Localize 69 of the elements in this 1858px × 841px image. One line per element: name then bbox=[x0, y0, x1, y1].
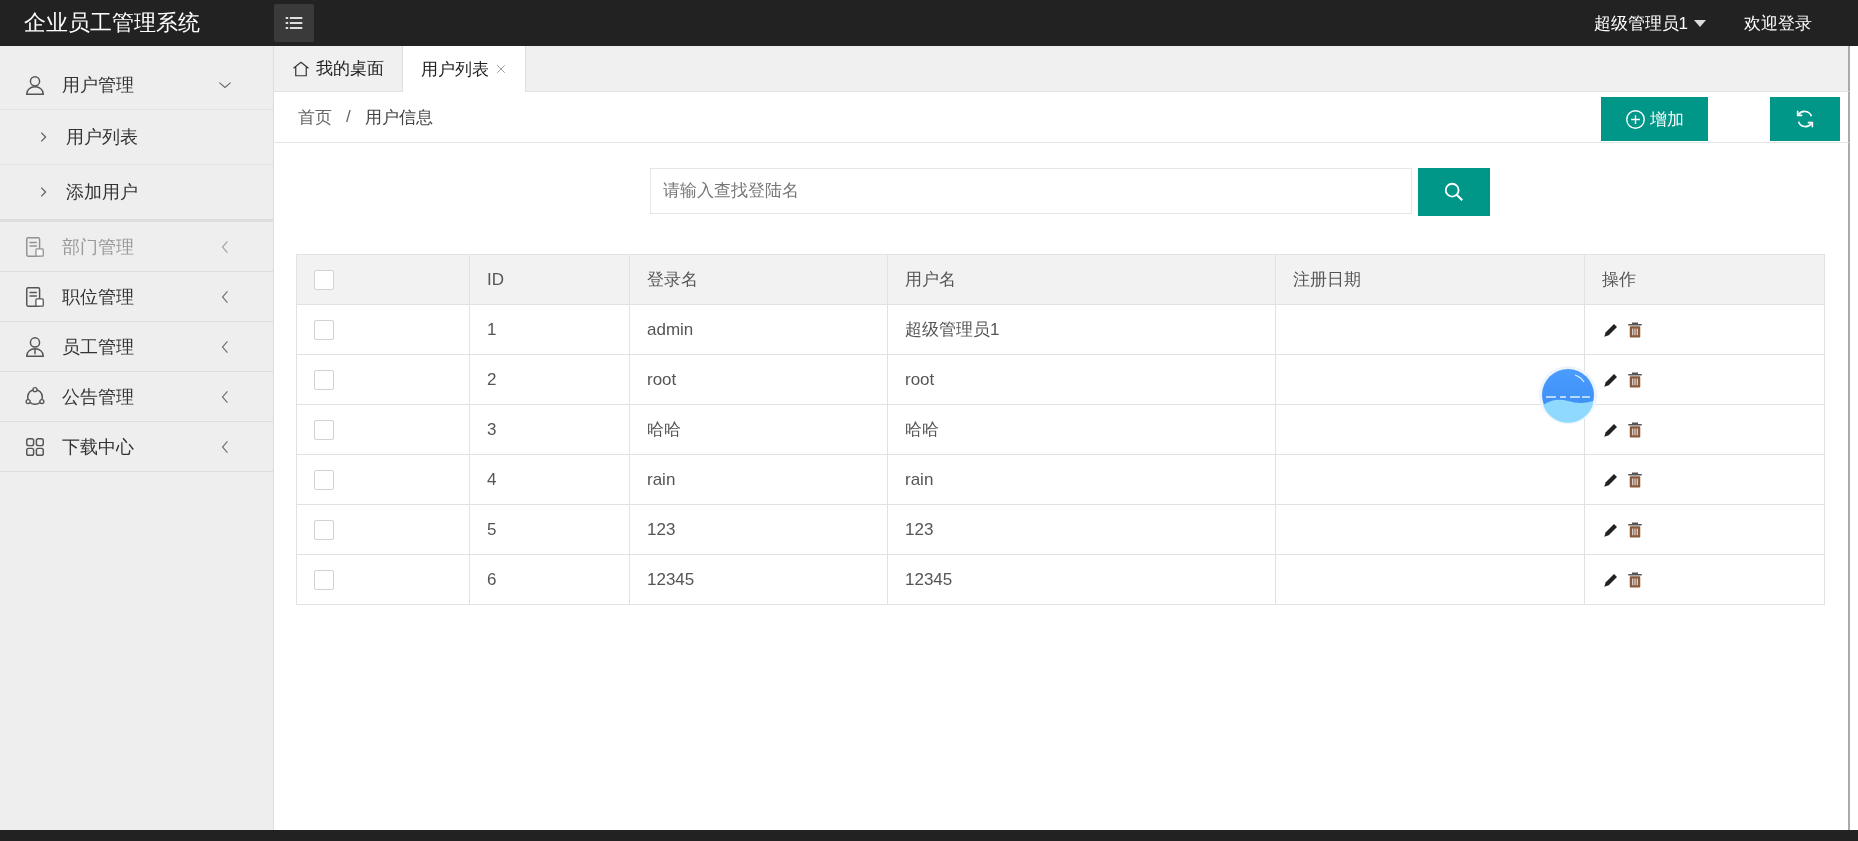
table-cell: 1 bbox=[469, 304, 630, 355]
column-header: 操作 bbox=[1584, 254, 1825, 305]
sidebar-item[interactable]: 员工管理 bbox=[0, 322, 273, 371]
person-icon bbox=[24, 335, 46, 358]
table-cell: 12345 bbox=[887, 554, 1276, 605]
tab[interactable]: 用户列表 bbox=[403, 46, 526, 92]
sidebar-subitem[interactable]: 用户列表 bbox=[0, 109, 273, 164]
person-icon bbox=[24, 73, 46, 96]
share-icon bbox=[24, 385, 46, 408]
breadcrumb-link[interactable]: 首页 bbox=[298, 105, 332, 129]
table-cell: 6 bbox=[469, 554, 630, 605]
home-icon bbox=[292, 59, 310, 78]
column-header: 登录名 bbox=[629, 254, 888, 305]
search-button[interactable] bbox=[1418, 168, 1490, 216]
document-icon bbox=[24, 235, 46, 258]
table-cell: 4 bbox=[469, 454, 630, 505]
table-cell: 哈哈 bbox=[629, 404, 888, 455]
trash-icon[interactable] bbox=[1626, 320, 1644, 339]
checkbox[interactable] bbox=[314, 419, 334, 440]
column-header: 注册日期 bbox=[1275, 254, 1585, 305]
caret-icon bbox=[1694, 19, 1706, 27]
table-cell: admin bbox=[629, 304, 888, 355]
table-cell: rain bbox=[887, 454, 1276, 505]
sidebar-item[interactable]: 职位管理 bbox=[0, 272, 273, 321]
table-cell: rain bbox=[629, 454, 888, 505]
trash-icon[interactable] bbox=[1626, 470, 1644, 489]
menu-button[interactable] bbox=[274, 4, 314, 42]
table-cell: root bbox=[887, 354, 1276, 405]
table-cell: 123 bbox=[887, 504, 1276, 555]
checkbox[interactable] bbox=[314, 519, 334, 540]
plus-circle-icon bbox=[1625, 108, 1646, 130]
sidebar-item[interactable]: 用户管理 bbox=[0, 60, 273, 109]
table-cell: 哈哈 bbox=[887, 404, 1276, 455]
user-dropdown[interactable]: 超级管理员1 bbox=[1593, 11, 1706, 35]
search-icon bbox=[1443, 181, 1465, 203]
checkbox[interactable] bbox=[314, 469, 334, 490]
column-header: ID bbox=[469, 254, 630, 305]
table-cell: 123 bbox=[629, 504, 888, 555]
table-cell: root bbox=[629, 354, 888, 405]
trash-icon[interactable] bbox=[1626, 570, 1644, 589]
table-cell: 5 bbox=[469, 504, 630, 555]
trash-icon[interactable] bbox=[1626, 520, 1644, 539]
table-cell: 超级管理员1 bbox=[887, 304, 1276, 355]
refresh-icon bbox=[1794, 108, 1816, 130]
grid-icon bbox=[24, 435, 46, 458]
table-cell: 3 bbox=[469, 404, 630, 455]
document-icon bbox=[24, 285, 46, 308]
refresh-button[interactable] bbox=[1770, 97, 1840, 141]
welcome-link[interactable]: 欢迎登录 bbox=[1744, 11, 1812, 35]
search-field[interactable]: 请输入查找登陆名 bbox=[650, 168, 1412, 214]
chevron-icon bbox=[38, 131, 48, 143]
trash-icon[interactable] bbox=[1626, 370, 1644, 389]
checkbox[interactable] bbox=[314, 569, 334, 590]
sidebar-item[interactable]: 公告管理 bbox=[0, 372, 273, 421]
breadcrumb-link[interactable]: 用户信息 bbox=[364, 105, 433, 129]
column-header: 用户名 bbox=[887, 254, 1276, 305]
sidebar-subitem[interactable]: 添加用户 bbox=[0, 164, 273, 219]
add-button[interactable]: 增加 bbox=[1601, 97, 1708, 141]
sidebar-item[interactable]: 下载中心 bbox=[0, 422, 273, 471]
app-title: 企业员工管理系统 bbox=[23, 9, 201, 37]
table-cell: 12345 bbox=[629, 554, 888, 605]
checkbox[interactable] bbox=[314, 319, 334, 340]
checkbox[interactable] bbox=[314, 269, 334, 290]
chevron-icon bbox=[38, 186, 48, 198]
close-icon[interactable] bbox=[495, 63, 507, 75]
checkbox[interactable] bbox=[314, 369, 334, 390]
trash-icon[interactable] bbox=[1626, 420, 1644, 439]
table-cell: 2 bbox=[469, 354, 630, 405]
breadcrumb-separator: / bbox=[346, 107, 351, 127]
